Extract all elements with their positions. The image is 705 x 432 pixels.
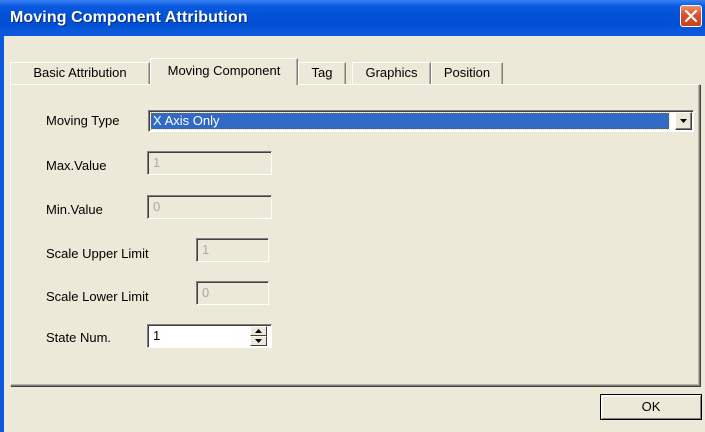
dialog-body: Basic Attribution Moving Component Tag G… — [4, 36, 705, 432]
tab-tag[interactable]: Tag — [298, 62, 346, 84]
tab-label: Graphics — [365, 65, 418, 80]
title-bar[interactable]: Moving Component Attribution — [0, 0, 705, 36]
tab-panel-moving-component — [10, 84, 700, 386]
close-button[interactable] — [680, 5, 702, 27]
tab-position[interactable]: Position — [431, 62, 503, 84]
tab-label: Tag — [311, 65, 333, 80]
tab-label: Moving Component — [167, 63, 281, 78]
close-icon — [685, 10, 697, 22]
ok-button[interactable]: OK — [600, 394, 702, 420]
tab-label: Basic Attribution — [33, 65, 127, 80]
tab-moving-component[interactable]: Moving Component — [150, 58, 298, 85]
tab-label: Position — [443, 65, 491, 80]
tab-graphics[interactable]: Graphics — [352, 62, 431, 84]
dialog-window: Moving Component Attribution Basic Attri… — [0, 0, 705, 432]
window-title: Moving Component Attribution — [10, 9, 248, 26]
tab-basic-attribution[interactable]: Basic Attribution — [10, 62, 150, 84]
